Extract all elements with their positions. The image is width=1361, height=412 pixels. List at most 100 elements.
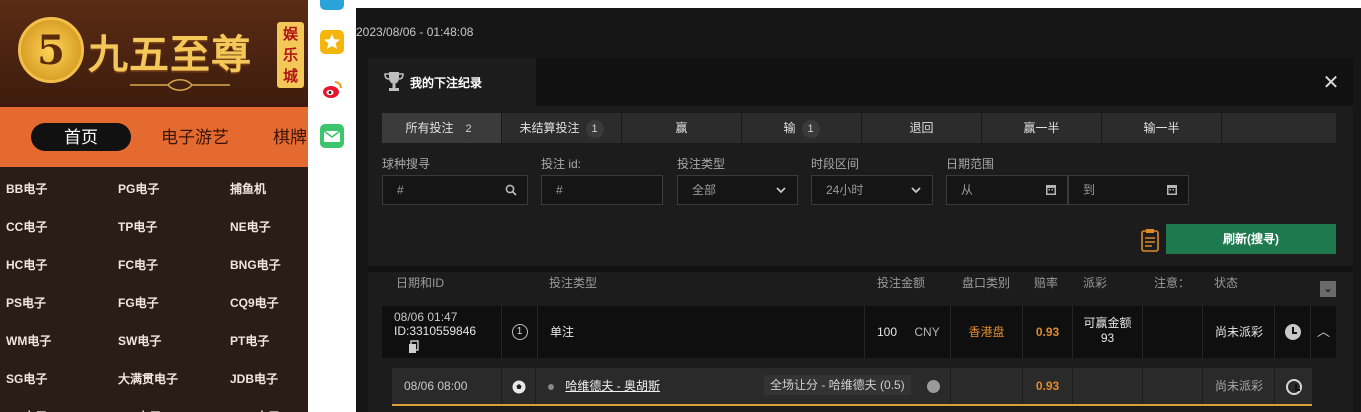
game-provider-link[interactable]: PG电子 <box>118 180 159 197</box>
selection-clock-cell <box>1275 368 1312 404</box>
table-header: 日期和ID 投注类型 投注金额 盘口类别 赔率 派彩 注意： 状态 ⌄ <box>382 274 1336 304</box>
nav-chess[interactable]: 棋牌 <box>273 123 307 151</box>
weibo-icon[interactable] <box>320 78 344 102</box>
server-time: 2023/08/06 - 01:48:08 <box>356 25 474 39</box>
bet-type-cell: 单注 <box>538 306 865 358</box>
selection-status: 尚未派彩 <box>1203 368 1275 404</box>
search-icon <box>505 184 517 196</box>
bet-index-badge: 1 <box>511 324 528 340</box>
table-divider <box>368 266 1353 272</box>
chevron-down-icon <box>776 187 786 194</box>
game-provider-link[interactable]: SW电子 <box>118 332 161 349</box>
filter-tab-label: 赢 <box>675 121 688 135</box>
game-provider-link[interactable]: ONS电子 <box>230 408 280 412</box>
col-payout: 派彩 <box>1083 276 1108 290</box>
star-icon[interactable] <box>320 30 344 54</box>
game-provider-link[interactable]: WM电子 <box>6 332 51 349</box>
bet-date: 08/06 01:47 <box>394 310 458 324</box>
game-provider-link[interactable]: JDB电子 <box>230 370 278 387</box>
clipboard-icon[interactable] <box>1140 228 1160 252</box>
period-select[interactable]: 24小时 <box>811 175 933 205</box>
col-odds: 赔率 <box>1034 276 1059 290</box>
game-provider-link[interactable]: PT电子 <box>230 332 269 349</box>
game-provider-link[interactable]: FG电子 <box>118 294 159 311</box>
bet-index-cell: 1 <box>502 306 538 358</box>
filter-tab[interactable]: 未结算投注 1 <box>502 113 622 143</box>
filter-tab[interactable]: 退回 <box>862 113 982 143</box>
game-provider-link[interactable]: BB电子 <box>6 180 47 197</box>
period-value: 24小时 <box>826 183 864 197</box>
copy-icon[interactable] <box>408 340 420 354</box>
filter-tab-count: 1 <box>801 120 820 138</box>
collapse-row-icon[interactable]: ︿ <box>1311 306 1336 358</box>
sport-search-input[interactable]: # <box>382 175 528 205</box>
main-nav: 首页 电子游艺 棋牌 <box>0 107 308 167</box>
brand-subtitle-text: 娱乐城 <box>277 24 304 87</box>
nav-slots[interactable]: 电子游艺 <box>161 123 229 151</box>
bet-id-label: 投注 id: <box>541 157 582 171</box>
game-provider-link[interactable]: HC电子 <box>6 256 47 273</box>
mail-icon[interactable] <box>320 124 344 148</box>
game-provider-link[interactable]: 大满贯电子 <box>118 370 178 387</box>
brand-subtitle: 娱乐城 <box>277 22 304 88</box>
selection-date: 08/06 08:00 <box>392 368 502 404</box>
match-link[interactable]: 哈维德夫 - 奥胡斯 <box>565 379 660 393</box>
filter-tab[interactable]: 赢 <box>622 113 742 143</box>
game-provider-link[interactable]: BNG电子 <box>230 256 281 273</box>
game-provider-link[interactable]: TP电子 <box>118 218 157 235</box>
selection-odds: 0.93 <box>1023 368 1073 404</box>
game-provider-link[interactable]: PS电子 <box>6 294 46 311</box>
bet-history-modal: 我的下注纪录 ✕ 所有投注 2 未结算投注 1 赢 输 1 退回 赢一半 输一半 球种搜寻 # 投… <box>368 58 1353 412</box>
game-provider-link[interactable]: SG电子 <box>6 370 47 387</box>
shortcut-icon[interactable] <box>320 0 344 10</box>
selection-row-underline <box>392 404 1312 406</box>
brand-subtitle-char: 娱 <box>282 25 298 43</box>
brand-logo[interactable]: 5 <box>18 17 84 83</box>
brand-subtitle-char: 乐 <box>282 46 298 64</box>
odds-cell: 0.93 <box>1023 306 1073 358</box>
bet-id-input[interactable]: # <box>541 175 663 205</box>
bet-id-placeholder: # <box>556 183 563 197</box>
game-provider-link[interactable]: CC电子 <box>6 218 47 235</box>
bet-type-value: 全部 <box>692 183 717 197</box>
game-provider-link[interactable]: CQ9电子 <box>230 294 279 311</box>
logo-glyph: 5 <box>37 26 65 74</box>
bet-selection-row[interactable]: 08/06 08:00 哈维德夫 - 奥胡斯 全场让分 - 哈维德夫 (0.5)… <box>392 368 1312 404</box>
bet-id: ID:3310559846 <box>394 324 477 338</box>
filter-tab-label: 赢一半 <box>1023 121 1060 135</box>
market-badge: 全场让分 - 哈维德夫 (0.5) <box>764 375 911 395</box>
close-icon[interactable]: ✕ <box>1321 72 1341 92</box>
refresh-search-button[interactable]: 刷新(搜寻) <box>1166 224 1336 254</box>
selection-match-cell: 哈维德夫 - 奥胡斯 全场让分 - 哈维德夫 (0.5) <box>536 368 951 404</box>
date-from-placeholder: 从 <box>961 183 974 197</box>
result-filter-tabs: 所有投注 2 未结算投注 1 赢 输 1 退回 赢一半 输一半 <box>382 113 1336 143</box>
sport-search-placeholder: # <box>397 183 404 197</box>
filter-tab[interactable]: 赢一半 <box>982 113 1102 143</box>
soccer-icon-cell <box>502 368 536 404</box>
game-provider-link[interactable]: 捕鱼机 <box>230 180 266 197</box>
game-provider-link[interactable]: MG电子 <box>118 408 161 412</box>
trophy-icon <box>384 72 404 91</box>
table-row[interactable]: 08/06 01:47 ID:3310559846 1 单注 100 CNY 香… <box>382 306 1336 358</box>
game-provider-link[interactable]: FC电子 <box>118 256 158 273</box>
date-from-input[interactable]: 从 <box>946 175 1068 205</box>
filter-tab[interactable]: 所有投注 2 <box>382 113 502 143</box>
game-provider-link[interactable]: NE电子 <box>230 218 271 235</box>
payout-label: 可赢金额 <box>1083 316 1132 330</box>
side-icon-strip <box>308 0 356 412</box>
calendar-icon <box>1167 185 1177 195</box>
filter-tab[interactable]: 输一半 <box>1102 113 1222 143</box>
col-odds-type: 盘口类别 <box>962 276 1011 290</box>
brand-name: 九五至尊 <box>88 31 252 78</box>
info-icon[interactable] <box>927 380 940 393</box>
date-to-input[interactable]: 到 <box>1068 175 1189 205</box>
collapse-all-icon[interactable]: ⌄ <box>1320 281 1336 297</box>
bet-type-select[interactable]: 全部 <box>677 175 798 205</box>
modal-tab[interactable]: 我的下注纪录 <box>368 58 536 106</box>
filter-tab[interactable]: 输1 <box>742 113 862 143</box>
nav-home[interactable]: 首页 <box>31 123 131 151</box>
sport-search-label: 球种搜寻 <box>382 157 431 171</box>
bet-amount-cell: 100 CNY <box>865 306 951 358</box>
selection-notes-cell <box>1143 368 1203 404</box>
game-provider-link[interactable]: HB电子 <box>6 408 47 412</box>
